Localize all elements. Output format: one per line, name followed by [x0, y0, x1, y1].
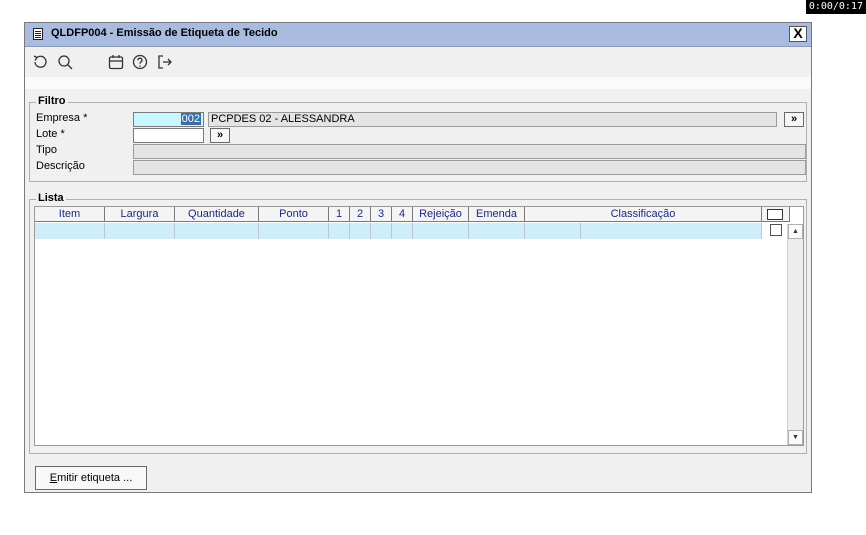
scroll-up-arrow-icon[interactable]: ▲: [788, 224, 803, 239]
cell-classificacao-code[interactable]: [525, 223, 581, 239]
tipo-field: [133, 144, 806, 159]
cell-item[interactable]: [35, 223, 105, 239]
cell-ponto[interactable]: [259, 223, 329, 239]
descricao-label: Descrição: [36, 160, 85, 172]
col-header-2[interactable]: 2: [350, 207, 371, 222]
col-header-item[interactable]: Item: [35, 207, 105, 222]
empresa-name-field: PCPDES 02 - ALESSANDRA: [208, 112, 777, 127]
document-icon: [33, 28, 43, 40]
cell-3[interactable]: [371, 223, 392, 239]
app-window: QLDFP004 - Emissão de Etiqueta de Tecido…: [24, 22, 812, 493]
col-header-classificacao[interactable]: Classificação: [525, 207, 762, 222]
refresh-icon[interactable]: [31, 53, 49, 71]
calendar-icon[interactable]: [107, 53, 125, 71]
scroll-down-arrow-icon[interactable]: ▼: [788, 430, 803, 445]
cell-classificacao[interactable]: [581, 223, 762, 239]
table-row[interactable]: [35, 223, 762, 239]
col-header-1[interactable]: 1: [329, 207, 350, 222]
descricao-field: [133, 160, 806, 175]
toolbar-spacer: [25, 77, 811, 89]
lote-field[interactable]: [133, 128, 204, 143]
vertical-scrollbar[interactable]: ▲ ▼: [787, 224, 803, 445]
toolbar: [25, 47, 811, 77]
empresa-code-field[interactable]: 002: [133, 112, 204, 127]
row-checkbox[interactable]: [770, 224, 782, 236]
tipo-label: Tipo: [36, 144, 57, 156]
emit-mnemonic: E: [49, 472, 58, 484]
cell-4[interactable]: [392, 223, 413, 239]
col-header-3[interactable]: 3: [371, 207, 392, 222]
lote-lookup-button[interactable]: »: [210, 128, 230, 143]
cell-emenda[interactable]: [469, 223, 525, 239]
lista-grid[interactable]: Item Largura Quantidade Ponto 1 2 3 4 Re…: [34, 206, 804, 446]
filtro-group: Filtro Empresa * 002 PCPDES 02 - ALESSAN…: [29, 95, 807, 182]
exit-icon[interactable]: [156, 53, 174, 71]
col-header-select[interactable]: [762, 207, 790, 222]
filtro-legend: Filtro: [36, 95, 68, 107]
help-icon[interactable]: [131, 53, 149, 71]
cell-rejeicao[interactable]: [413, 223, 469, 239]
cell-largura[interactable]: [105, 223, 175, 239]
empresa-label: Empresa *: [36, 112, 88, 124]
emitir-etiqueta-button[interactable]: Emitir etiqueta ...: [35, 466, 147, 490]
col-header-quantidade[interactable]: Quantidade: [175, 207, 259, 222]
empresa-code-value: 002: [180, 113, 201, 125]
empresa-lookup-button[interactable]: »: [784, 112, 804, 127]
window-title: QLDFP004 - Emissão de Etiqueta de Tecido: [51, 27, 278, 39]
cell-1[interactable]: [329, 223, 350, 239]
cell-quantidade[interactable]: [175, 223, 259, 239]
col-header-rejeicao[interactable]: Rejeição: [413, 207, 469, 222]
col-header-4[interactable]: 4: [392, 207, 413, 222]
search-icon[interactable]: [56, 53, 74, 71]
emit-label-rest: mitir etiqueta ...: [57, 472, 133, 484]
close-button[interactable]: X: [789, 26, 807, 42]
select-all-checkbox[interactable]: [767, 209, 783, 220]
video-timer: 0:00/0:17: [805, 0, 866, 14]
col-header-ponto[interactable]: Ponto: [259, 207, 329, 222]
cell-2[interactable]: [350, 223, 371, 239]
lote-label: Lote *: [36, 128, 65, 140]
window-titlebar: QLDFP004 - Emissão de Etiqueta de Tecido…: [25, 23, 811, 47]
lista-legend: Lista: [36, 192, 66, 204]
grid-header: Item Largura Quantidade Ponto 1 2 3 4 Re…: [35, 207, 790, 223]
col-header-largura[interactable]: Largura: [105, 207, 175, 222]
col-header-emenda[interactable]: Emenda: [469, 207, 525, 222]
